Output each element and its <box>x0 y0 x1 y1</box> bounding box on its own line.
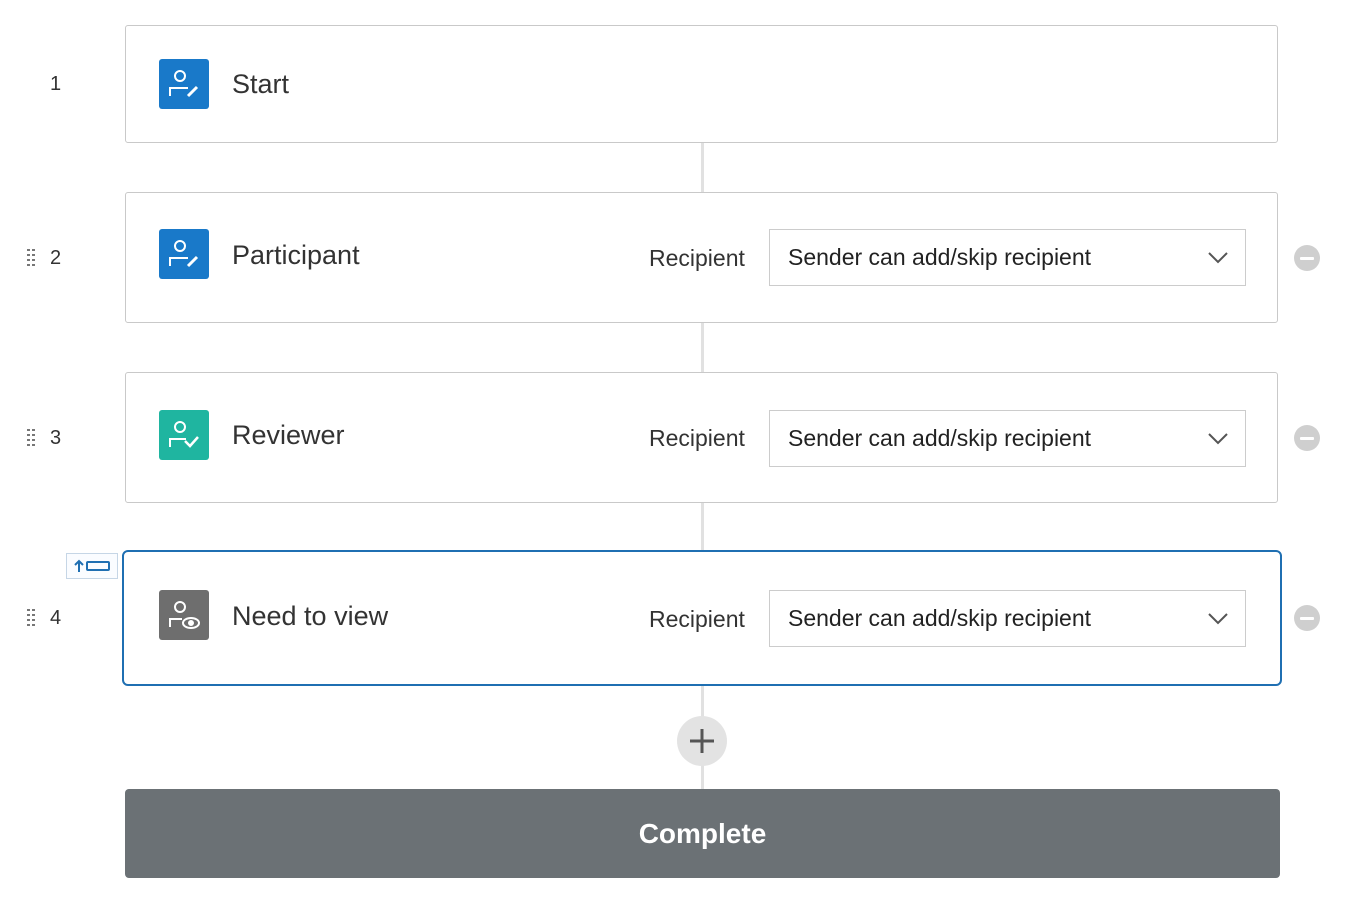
step-title: Need to view <box>232 601 389 631</box>
step-number: 2 <box>50 247 62 269</box>
user-edit-icon <box>159 59 209 109</box>
remove-step-button[interactable] <box>1294 605 1320 631</box>
user-view-icon <box>159 590 209 640</box>
step-number: 1 <box>50 73 62 95</box>
drag-handle-icon[interactable] <box>26 428 36 448</box>
recipient-select-value: Sender can add/skip recipient <box>788 244 1092 270</box>
recipient-label: Recipient <box>649 245 745 271</box>
step-title: Reviewer <box>232 420 345 450</box>
chevron-down-icon <box>1208 432 1228 444</box>
connector-line <box>701 323 704 373</box>
plus-icon <box>690 729 714 753</box>
step-card-participant[interactable]: Participant Recipient Sender can add/ski… <box>125 192 1278 323</box>
user-edit-icon <box>159 229 209 279</box>
recipient-select[interactable]: Sender can add/skip recipient <box>769 410 1246 467</box>
complete-button[interactable]: Complete <box>125 789 1280 878</box>
step-title: Start <box>232 69 290 99</box>
step-title: Participant <box>232 240 360 270</box>
step-card-reviewer[interactable]: Reviewer Recipient Sender can add/skip r… <box>125 372 1278 503</box>
step-number: 3 <box>50 427 62 449</box>
arrow-up-icon <box>74 559 110 572</box>
minus-icon <box>1300 256 1314 260</box>
user-check-icon <box>159 410 209 460</box>
connector-line <box>701 503 704 551</box>
move-up-button[interactable] <box>66 553 118 579</box>
recipient-label: Recipient <box>649 425 745 451</box>
step-card-start[interactable]: Start <box>125 25 1278 143</box>
minus-icon <box>1300 616 1314 620</box>
minus-icon <box>1300 436 1314 440</box>
recipient-select[interactable]: Sender can add/skip recipient <box>769 590 1246 647</box>
chevron-down-icon <box>1208 612 1228 624</box>
drag-handle-icon[interactable] <box>26 248 36 268</box>
chevron-down-icon <box>1208 251 1228 263</box>
remove-step-button[interactable] <box>1294 425 1320 451</box>
remove-step-button[interactable] <box>1294 245 1320 271</box>
add-step-button[interactable] <box>677 716 727 766</box>
recipient-select-value: Sender can add/skip recipient <box>788 605 1092 631</box>
step-card-need-to-view[interactable]: Need to view Recipient Sender can add/sk… <box>122 550 1282 686</box>
recipient-label: Recipient <box>649 606 745 632</box>
recipient-select-value: Sender can add/skip recipient <box>788 425 1092 451</box>
recipient-select[interactable]: Sender can add/skip recipient <box>769 229 1246 286</box>
connector-line <box>701 143 704 193</box>
drag-handle-icon[interactable] <box>26 608 36 628</box>
step-number: 4 <box>50 607 62 629</box>
